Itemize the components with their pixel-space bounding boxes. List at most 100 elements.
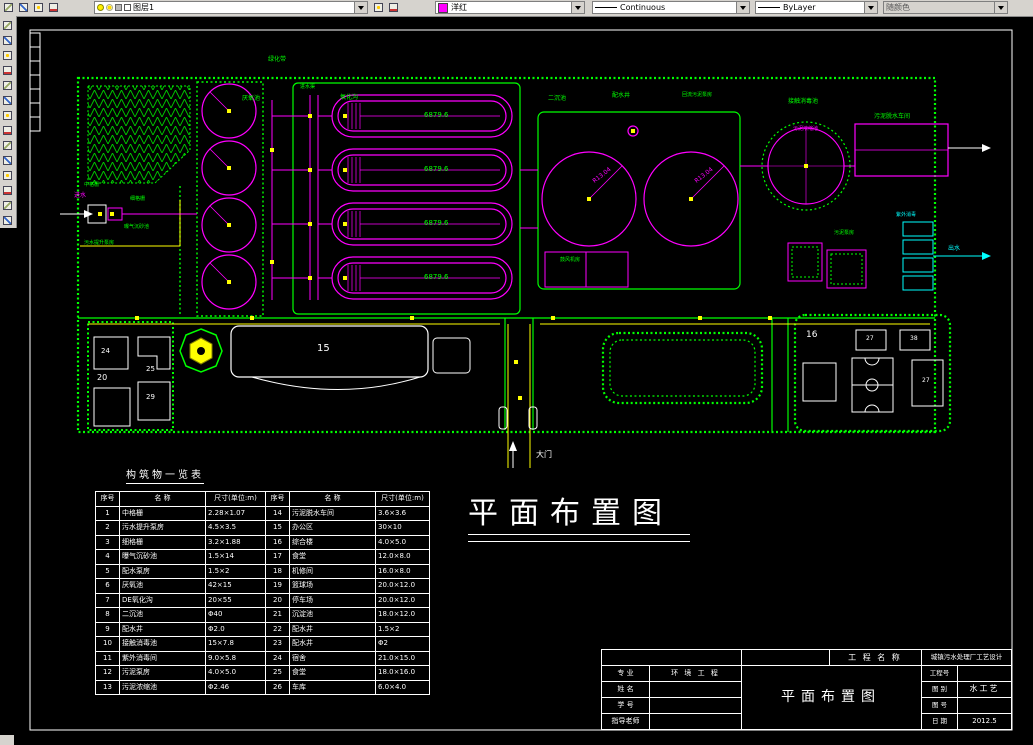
line-icon[interactable] [0, 18, 15, 32]
table-header-cell: 序号 [265, 491, 290, 507]
layer-previous-icon[interactable] [31, 0, 46, 14]
advisor-label: 指导老师 [611, 716, 640, 725]
drawing-label: 中格栅 [84, 182, 100, 188]
layer-properties-icon[interactable] [1, 0, 16, 14]
table-cell: 车库 [289, 679, 376, 695]
arc-icon [3, 111, 12, 120]
color-control-combo[interactable]: 洋红 [435, 1, 585, 14]
structure-table-body: 1 中格栅 2.28×1.07 14 污泥脱水车间 3.6×3.6 2 污水提升泵房 4.5×3… [95, 505, 430, 695]
valve-marker [518, 396, 522, 400]
table-row: 7 DE氧化沟 20×55 20 停车场 20.0×12.0 [95, 592, 430, 608]
layer-thaw-icon [106, 4, 113, 11]
valve-marker [270, 148, 274, 152]
layer-states-icon [49, 3, 58, 12]
insert-block-icon[interactable] [0, 183, 15, 197]
ellipse-icon [3, 171, 12, 180]
polyline-icon [3, 66, 12, 75]
valve-marker [343, 276, 347, 280]
layer-translate-icon[interactable] [386, 0, 401, 14]
advisor-value [650, 713, 741, 729]
hatch-icon[interactable] [0, 213, 15, 227]
table-cell: 污泥浓缩池 [119, 679, 206, 695]
rectangle-icon [3, 96, 12, 105]
table-cell: 20.0×12.0 [375, 592, 430, 608]
project-name-value: 城镇污水处理厂工艺设计 [930, 653, 1003, 662]
make-block-icon[interactable] [0, 198, 15, 212]
table-cell: 细格栅 [119, 534, 206, 550]
rectangle-icon[interactable] [0, 93, 15, 107]
spline-icon[interactable] [0, 153, 15, 167]
table-cell: Φ2 [375, 636, 430, 652]
table-cell: 配水井 [119, 621, 206, 637]
road-curbs [80, 200, 930, 468]
valve-marker [587, 197, 591, 201]
linetype-combo-dropdown-button[interactable] [736, 2, 749, 13]
multiline-icon[interactable] [0, 48, 15, 62]
line-icon [3, 21, 12, 30]
drawing-label: 27 [866, 335, 874, 342]
revision-cloud-icon[interactable] [0, 138, 15, 152]
color-combo-dropdown-button[interactable] [571, 2, 584, 13]
table-cell: 15×7.8 [205, 636, 266, 652]
table-cell: 18 [265, 563, 290, 579]
table-header-cell: 序号 [95, 491, 120, 507]
drawing-label: R13.04 [693, 166, 715, 185]
layer-states-icon[interactable] [46, 0, 61, 14]
structure-table: 序号名 称尺寸(单位:m) 序号名 称尺寸(单位:m) 1 中格栅 2.28×1.07… [95, 491, 430, 695]
drawing-label: 6879.6 [424, 219, 449, 227]
table-cell: 1 [95, 505, 120, 521]
ellipse-icon[interactable] [0, 168, 15, 182]
lineweight-control-combo[interactable]: ByLayer [755, 1, 878, 14]
uv-channel [902, 221, 991, 291]
valve-marker [698, 316, 702, 320]
table-cell: 3.2×1.88 [205, 534, 266, 550]
table-cell: 配水井 [289, 621, 376, 637]
table-header-cell: 尺寸(单位:m) [205, 491, 266, 507]
linetype-control-combo[interactable]: Continuous [592, 1, 750, 14]
table-cell: 3 [95, 534, 120, 550]
table-header-cell: 尺寸(单位:m) [375, 491, 430, 507]
make-layer-current-icon[interactable] [16, 0, 31, 14]
layer-combo-value: 图层1 [133, 3, 155, 12]
table-cell: Φ40 [205, 607, 266, 623]
object-properties-toolbar: 图层1 洋红 Continuous ByLayer 随颜色 [0, 0, 1033, 17]
construction-line-icon[interactable] [0, 33, 15, 47]
drawing-label: 20 [97, 373, 108, 382]
chevron-down-icon [740, 5, 746, 10]
table-cell: 8 [95, 607, 120, 623]
drawing-main-title: 平面布置图 [468, 496, 673, 531]
valve-marker [227, 109, 231, 113]
plotstyle-combo-dropdown-button [994, 2, 1007, 13]
polyline-icon[interactable] [0, 63, 15, 77]
spline-icon [3, 156, 12, 165]
table-cell: 4.0×5.0 [205, 665, 266, 681]
table-cell: 接触消毒池 [119, 636, 206, 652]
circle-icon[interactable] [0, 123, 15, 137]
table-cell: 机修间 [289, 563, 376, 579]
lineweight-sample-icon [758, 7, 780, 8]
plotstyle-combo-value: 随颜色 [886, 3, 910, 12]
process-units [107, 83, 949, 310]
drawing-label: 24 [101, 347, 110, 355]
drawing-label: 紫外消毒 [896, 212, 917, 218]
table-cell: 26 [265, 679, 290, 695]
color-control-icon[interactable] [371, 0, 386, 14]
arc-icon[interactable] [0, 108, 15, 122]
polygon-icon[interactable] [0, 78, 15, 92]
table-cell: 曝气沉砂池 [119, 549, 206, 565]
table-row: 10 接触消毒池 15×7.8 23 配水井 Φ2 [95, 636, 430, 652]
sheet-no-label: 图 号 [931, 700, 948, 709]
valve-marker [343, 114, 347, 118]
project-name-label: 工 程 名 称 [848, 652, 902, 662]
drawing-label: 厌氧池 [242, 95, 261, 102]
layer-plot-icon [115, 4, 122, 11]
valve-marker [308, 114, 312, 118]
layer-control-combo[interactable]: 图层1 [94, 1, 368, 14]
table-cell: 10 [95, 636, 120, 652]
drawing-label: 接触消毒池 [788, 98, 819, 105]
lineweight-combo-dropdown-button[interactable] [864, 2, 877, 13]
table-row: 11 紫外消毒间 9.0×5.8 24 宿舍 21.0×15.0 [95, 650, 430, 666]
multiline-icon [3, 51, 12, 60]
layer-combo-dropdown-button[interactable] [354, 2, 367, 13]
structure-table-header-row: 序号名 称尺寸(单位:m) 序号名 称尺寸(单位:m) [95, 491, 430, 507]
